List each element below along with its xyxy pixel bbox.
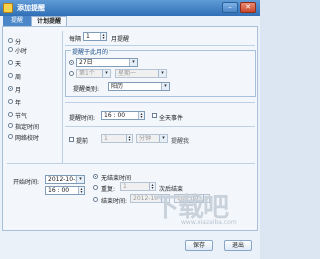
tab-reminder[interactable]: 提醒 [3,16,31,26]
interval-prefix: 每隔 [69,36,82,43]
weekday-select[interactable]: 星期一 ▾ [115,69,167,78]
weekday-value: 星期一 [118,70,137,77]
frequency-radio-year[interactable] [8,99,13,104]
frequency-label-day: 天 [15,61,22,68]
frequency-label-year: 年 [15,100,22,107]
repeat-label: 重复: [101,186,116,193]
remind-week-radio[interactable] [69,71,74,76]
spin-arrows-icon[interactable]: ▴ ▾ [100,33,106,40]
chevron-down-icon[interactable]: ▾ [158,70,166,77]
divider [7,163,255,164]
spin-arrows-icon[interactable]: ▴ ▾ [138,112,144,119]
divider [65,126,255,127]
tab-strip: 提醒 计划提醒 [2,16,258,26]
chevron-down-icon[interactable]: ▾ [161,83,169,90]
end-time-label: 结束时间: [101,198,128,205]
app-icon [3,3,13,13]
no-end-label: 无结束时间 [101,175,132,182]
save-button[interactable]: 保存 [185,240,213,251]
repeat-radio[interactable] [93,185,98,190]
frequency-radio-network-time[interactable] [8,134,13,139]
add-reminder-window: 添加提醒 – ✕ 提醒 计划提醒 分 小时 天 周 月 年 节气 指定时间 网络… [0,0,260,259]
week-ordinal-value: 第1个 [79,70,95,77]
chevron-down-icon[interactable]: ▾ [129,59,137,66]
day-select[interactable]: 27日 ▾ [76,58,138,67]
advance-unit-value: 分钟 [139,135,152,142]
remind-type-label: 提醒类别: [73,86,100,93]
scheduled-reminder-panel: 分 小时 天 周 月 年 节气 指定时间 网络校时 每隔 1 ▴ ▾ 月提醒 提… [2,26,258,231]
window-title: 添加提醒 [17,4,45,12]
all-day-label: 全天事件 [159,115,184,122]
column-divider [62,31,63,164]
spin-arrows-icon[interactable]: ▴ ▾ [78,187,84,194]
frequency-radio-specified-time[interactable] [8,123,13,128]
end-time-radio[interactable] [93,197,98,202]
advance-stepper[interactable]: 1 ▴ ▾ [101,134,133,143]
spin-arrows-icon[interactable]: ▴ ▾ [126,135,132,142]
start-time-label: 开始时间: [13,179,40,186]
remind-time-input[interactable]: 16 : 00 ▴ ▾ [101,111,145,120]
minimize-button[interactable]: – [222,2,238,13]
exit-button[interactable]: 退出 [224,240,252,251]
start-time-value: 16 : 00 [48,187,70,194]
interval-suffix: 月提醒 [111,36,130,43]
divider [65,45,255,46]
frequency-label-minute: 分 [15,39,22,46]
remind-on-group-title: 提醒于此月的 [71,47,110,56]
frequency-label-solar-term: 节气 [15,113,28,120]
no-end-radio[interactable] [93,174,98,179]
frequency-radio-week[interactable] [8,73,13,78]
calendar-dropdown-icon[interactable]: ▾ [76,176,84,183]
advance-suffix: 提醒我 [171,138,190,145]
interval-stepper[interactable]: 1 ▴ ▾ [83,32,107,41]
remind-type-value: 阳历 [111,83,124,90]
chevron-down-icon[interactable]: ▾ [159,135,167,142]
advance-unit-select[interactable]: 分钟 ▾ [136,134,168,143]
frequency-label-hour: 小时 [15,48,28,55]
frequency-label-specified-time: 指定时间 [15,124,40,131]
chevron-down-icon[interactable]: ▾ [102,70,110,77]
remind-time-label: 提醒时间: [69,115,96,122]
repeat-count-value: 1 [123,183,127,190]
repeat-count-stepper[interactable]: 1 ▴ ▾ [120,182,156,191]
divider [65,102,255,103]
day-select-value: 27日 [79,59,93,66]
remind-time-value: 16 : 00 [104,112,126,119]
remind-day-radio[interactable] [69,60,74,65]
watermark-url: www.xiazaiba.com [181,219,237,226]
title-bar: 添加提醒 – ✕ [0,0,260,16]
start-date-picker[interactable]: 2012-10-27 ▾ [45,175,85,184]
frequency-radio-day[interactable] [8,60,13,65]
advance-checkbox[interactable] [69,137,74,142]
interval-value: 1 [86,33,90,40]
close-button[interactable]: ✕ [240,2,256,13]
frequency-label-month: 月 [15,87,22,94]
frequency-radio-month[interactable] [8,86,13,91]
frequency-radio-solar-term[interactable] [8,112,13,117]
week-ordinal-select[interactable]: 第1个 ▾ [76,69,111,78]
frequency-radio-hour[interactable] [8,47,13,52]
advance-label: 提前 [76,138,89,145]
frequency-radio-minute[interactable] [8,38,13,43]
frequency-label-network-time: 网络校时 [15,135,40,142]
remind-type-select[interactable]: 阳历 ▾ [108,82,170,91]
start-time-input[interactable]: 16 : 00 ▴ ▾ [45,186,85,195]
frequency-label-week: 周 [15,74,22,81]
advance-value: 1 [104,135,108,142]
tab-scheduled-reminder[interactable]: 计划提醒 [31,16,67,26]
all-day-checkbox[interactable] [152,113,157,118]
